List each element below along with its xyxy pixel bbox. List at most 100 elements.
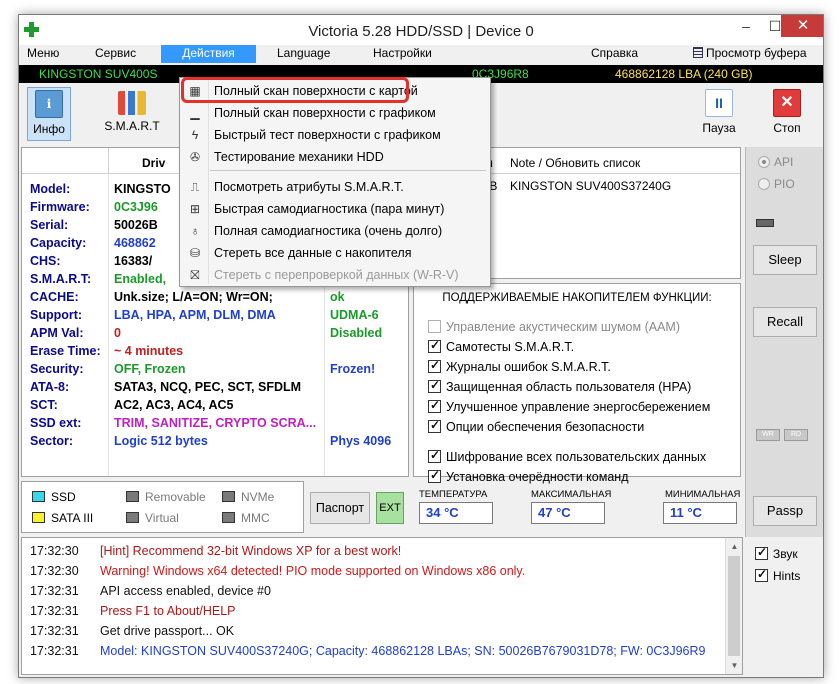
dropdown-item[interactable]: ⊞ Быстрая самодиагностика (пара минут) [182,198,488,220]
type-ssd: SSD [32,490,76,504]
info-extra: UDMA-6 [330,308,379,322]
info-key: Sector: [30,434,74,448]
feature-checkbox[interactable]: Шифрование всех пользовательских данных [428,448,706,466]
feature-checkbox[interactable]: Установка очерёдности команд [428,468,628,486]
passport-button[interactable]: Паспорт [310,492,370,524]
menu-item-language[interactable]: Language [271,45,336,63]
radio-dot-icon [758,156,770,168]
log-message: [Hint] Recommend 32-bit Windows XP for a… [100,544,402,558]
feature-checkbox[interactable]: Самотесты S.M.A.R.T. [428,338,574,356]
features-title: ПОДДЕРЖИВАЕМЫЕ НАКОПИТЕЛЕМ ФУНКЦИИ: [442,292,712,304]
log-panel[interactable]: 17:32:30 [Hint] Recommend 32-bit Windows … [21,537,743,675]
highlight-annotation [181,77,409,103]
info-button[interactable]: i Инфо [27,87,71,141]
sata-color-swatch [32,512,45,523]
info-extra: ok [330,290,345,304]
temperature-max-value: 47 °C [531,502,605,524]
scroll-thumb[interactable] [728,556,740,656]
dropdown-item[interactable]: ϟ Быстрый тест поверхности с графиком [182,124,488,146]
device-name: KINGSTON SUV400S37240G [510,179,672,193]
app-window: Victoria 5.28 HDD/SSD | Device 0 – ☐ ✕ М… [18,14,824,678]
log-time: 17:32:30 [30,544,79,558]
note-column-header[interactable]: Note / Обновить список [510,156,640,170]
sound-checkbox[interactable]: Звук [755,545,798,561]
dropdown-item[interactable]: ▁ Полный скан поверхности с графиком [182,102,488,124]
info-key: Firmware: [30,200,90,214]
info-value: AC2, AC3, AC4, AC5 [114,398,234,412]
info-value: ~ 4 minutes [114,344,184,358]
info-extra: Disabled [330,326,383,340]
checkbox-icon [428,418,441,433]
pio-label: PIO [774,177,795,191]
hints-checkbox[interactable]: Hints [755,567,801,583]
api-radio[interactable]: API [758,155,793,169]
buffer-view-button[interactable]: Просмотр буфера [687,45,813,63]
type-nvme: NVMe [222,490,274,504]
pio-radio[interactable]: PIO [758,177,795,191]
log-time: 17:32:30 [30,564,79,578]
temperature-min-value: 11 °C [663,502,737,524]
info-key: Erase Time: [30,344,101,358]
type-nvme-label: NVMe [241,490,275,504]
header-divider [108,148,109,173]
info-value: 0C3J96 [114,200,158,214]
menu-item-icon: ▁ [190,106,200,120]
ssd-color-swatch [32,491,45,502]
pause-button[interactable]: II Пауза [697,89,741,141]
passp-button[interactable]: Passp [753,496,817,526]
checkbox-icon [428,338,441,353]
feature-label: Управление акустическим шумом (AAM) [446,320,680,334]
info-value: OFF, Frozen [114,362,186,376]
dropdown-item[interactable]: ⛁ Стереть все данные с накопителя [182,242,488,264]
feature-label: Опции обеспечения безопасности [446,420,645,434]
type-removable: Removable [126,490,206,504]
info-row: ATA-8: SATA3, NCQ, PEC, SCT, SFDLM [22,380,408,398]
scroll-down-icon[interactable]: ▼ [726,657,743,674]
drive-type-legend: SSD SATA III Removable Virtual NVMe MMC [21,481,304,533]
type-sata: SATA III [32,511,93,525]
menu-item-icon: ✇ [189,150,201,164]
recall-button[interactable]: Recall [753,307,817,337]
nvme-swatch [222,491,235,502]
menu-item-icon: ϟ [191,128,199,142]
dropdown-item[interactable]: ♁ Полная самодиагностика (очень долго) [182,220,488,242]
stop-button[interactable]: ✕ Стоп [765,89,809,141]
checkbox-icon [428,448,441,463]
minimize-button[interactable]: – [731,15,761,37]
menu-item-icon: ⊞ [189,202,201,216]
info-key: CHS: [30,254,61,268]
smart-button[interactable]: S.M.A.R.T [103,89,161,141]
ext-button[interactable]: EXT [376,492,404,524]
write-indicator: WR [756,429,780,441]
hints-label: Hints [773,569,801,583]
menu-item-settings[interactable]: Настройки [367,45,438,63]
info-value: SATA3, NCQ, PEC, SCT, SFDLM [114,380,302,394]
sound-label: Звук [773,547,798,561]
close-button[interactable]: ✕ [781,15,823,37]
feature-checkbox[interactable]: Опции обеспечения безопасности [428,418,645,436]
info-value: LBA, HPA, APM, DLM, DMA [114,308,276,322]
menu-item-actions[interactable]: Действия [161,45,256,63]
buffer-view-label: Просмотр буфера [706,46,807,60]
log-message: Model: KINGSTON SUV400S37240G; Capacity:… [100,644,706,658]
type-mmc-label: MMC [241,511,270,525]
checkbox-icon [755,567,768,582]
menu-item-menu[interactable]: Меню [21,45,65,63]
feature-checkbox[interactable]: Улучшенное управление энергосбережением [428,398,710,416]
info-key: Security: [30,362,84,376]
info-button-label: Инфо [33,122,65,136]
feature-checkbox[interactable]: Защищенная область пользователя (HPA) [428,378,691,396]
dropdown-item[interactable]: ✇ Тестирование механики HDD [182,146,488,168]
log-scrollbar[interactable]: ▲ ▼ [725,538,742,674]
stop-icon: ✕ [773,89,801,117]
menu-item-service[interactable]: Сервис [89,45,142,63]
stop-button-label: Стоп [773,121,801,135]
scroll-up-icon[interactable]: ▲ [726,538,743,555]
radio-dot-icon [758,178,770,190]
log-message: Press F1 to About/HELP [100,604,236,618]
feature-checkbox[interactable]: Журналы ошибок S.M.A.R.T. [428,358,611,376]
menu-item-help[interactable]: Справка [585,45,644,63]
dropdown-item[interactable]: ⎍ Посмотреть атрибуты S.M.A.R.T. [182,176,488,198]
sleep-button[interactable]: Sleep [753,245,817,275]
feature-checkbox: Управление акустическим шумом (AAM) [428,320,680,336]
